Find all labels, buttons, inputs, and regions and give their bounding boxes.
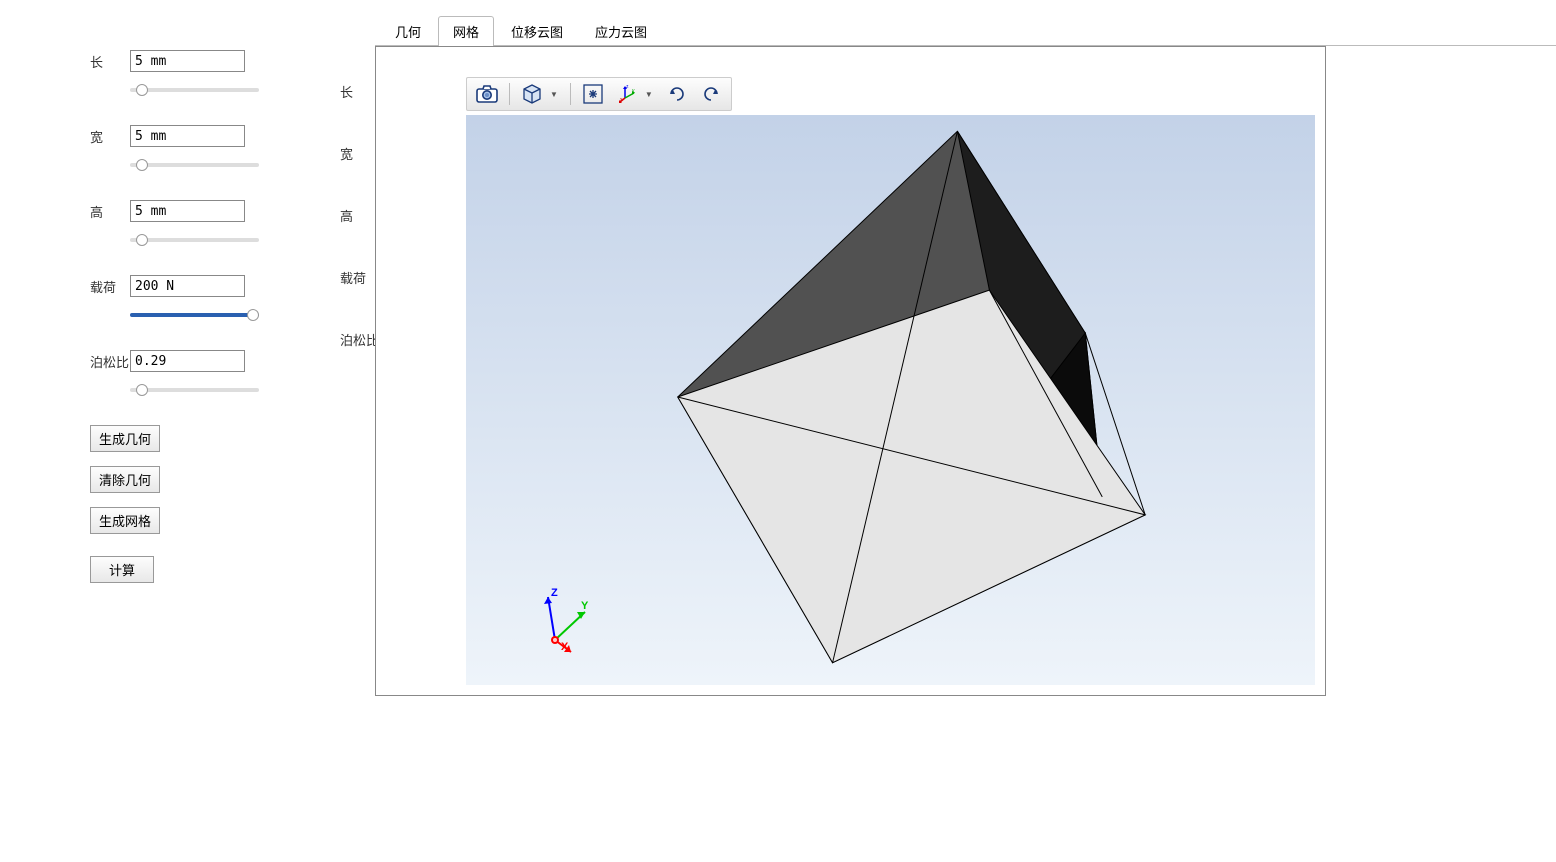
rotate-ccw-icon[interactable] — [663, 81, 691, 107]
camera-icon[interactable] — [473, 81, 501, 107]
load-input[interactable] — [130, 275, 245, 297]
poisson-slider[interactable] — [130, 388, 259, 392]
axes-dropdown-icon[interactable]: ▼ — [645, 90, 657, 99]
secondary-labels: 长 宽 高 载荷 泊松比 — [340, 60, 379, 370]
parameter-panel: 长 宽 高 载荷 泊松比 生成几何 清除几何 生成网格 计算 — [0, 0, 375, 862]
viewer-toolbar: ▼ z y x — [466, 77, 732, 111]
length-label: 长 — [90, 52, 130, 71]
tab-stress[interactable]: 应力云图 — [580, 16, 662, 46]
tab-mesh[interactable]: 网格 — [438, 16, 494, 46]
clear-geometry-button[interactable]: 清除几何 — [90, 466, 160, 493]
secondary-length-label: 长 — [340, 60, 379, 122]
poisson-input[interactable] — [130, 350, 245, 372]
cube-dropdown-icon[interactable]: ▼ — [550, 90, 562, 99]
compute-button[interactable]: 计算 — [90, 556, 154, 583]
secondary-height-label: 高 — [340, 184, 379, 246]
axis-gizmo: Z Y X — [521, 582, 601, 665]
secondary-width-label: 宽 — [340, 122, 379, 184]
width-label: 宽 — [90, 127, 130, 146]
fit-view-icon[interactable] — [579, 81, 607, 107]
load-slider[interactable] — [130, 313, 259, 317]
length-input[interactable] — [130, 50, 245, 72]
height-label: 高 — [90, 202, 130, 221]
tab-geometry[interactable]: 几何 — [380, 16, 436, 46]
load-label: 载荷 — [90, 277, 130, 296]
isometric-cube-icon[interactable] — [518, 81, 546, 107]
svg-text:z: z — [626, 84, 629, 90]
svg-text:Z: Z — [551, 587, 558, 599]
height-input[interactable] — [130, 200, 245, 222]
svg-text:Y: Y — [581, 600, 589, 612]
generate-geometry-button[interactable]: 生成几何 — [90, 425, 160, 452]
width-slider[interactable] — [130, 163, 259, 167]
svg-text:y: y — [632, 88, 635, 94]
mesh-viewport[interactable]: Z Y X — [466, 115, 1315, 685]
tab-bar: 几何 网格 位移云图 应力云图 — [375, 15, 1556, 46]
height-slider[interactable] — [130, 238, 259, 242]
svg-text:X: X — [561, 641, 569, 653]
viewer-frame: ▼ z y x — [375, 46, 1326, 696]
generate-mesh-button[interactable]: 生成网格 — [90, 507, 160, 534]
rotate-cw-icon[interactable] — [697, 81, 725, 107]
coordinate-axes-icon[interactable]: z y x — [613, 81, 641, 107]
poisson-label: 泊松比 — [90, 352, 130, 371]
secondary-load-label: 载荷 — [340, 246, 379, 308]
length-slider[interactable] — [130, 88, 259, 92]
tab-displacement[interactable]: 位移云图 — [496, 16, 578, 46]
width-input[interactable] — [130, 125, 245, 147]
secondary-poisson-label: 泊松比 — [340, 308, 379, 370]
